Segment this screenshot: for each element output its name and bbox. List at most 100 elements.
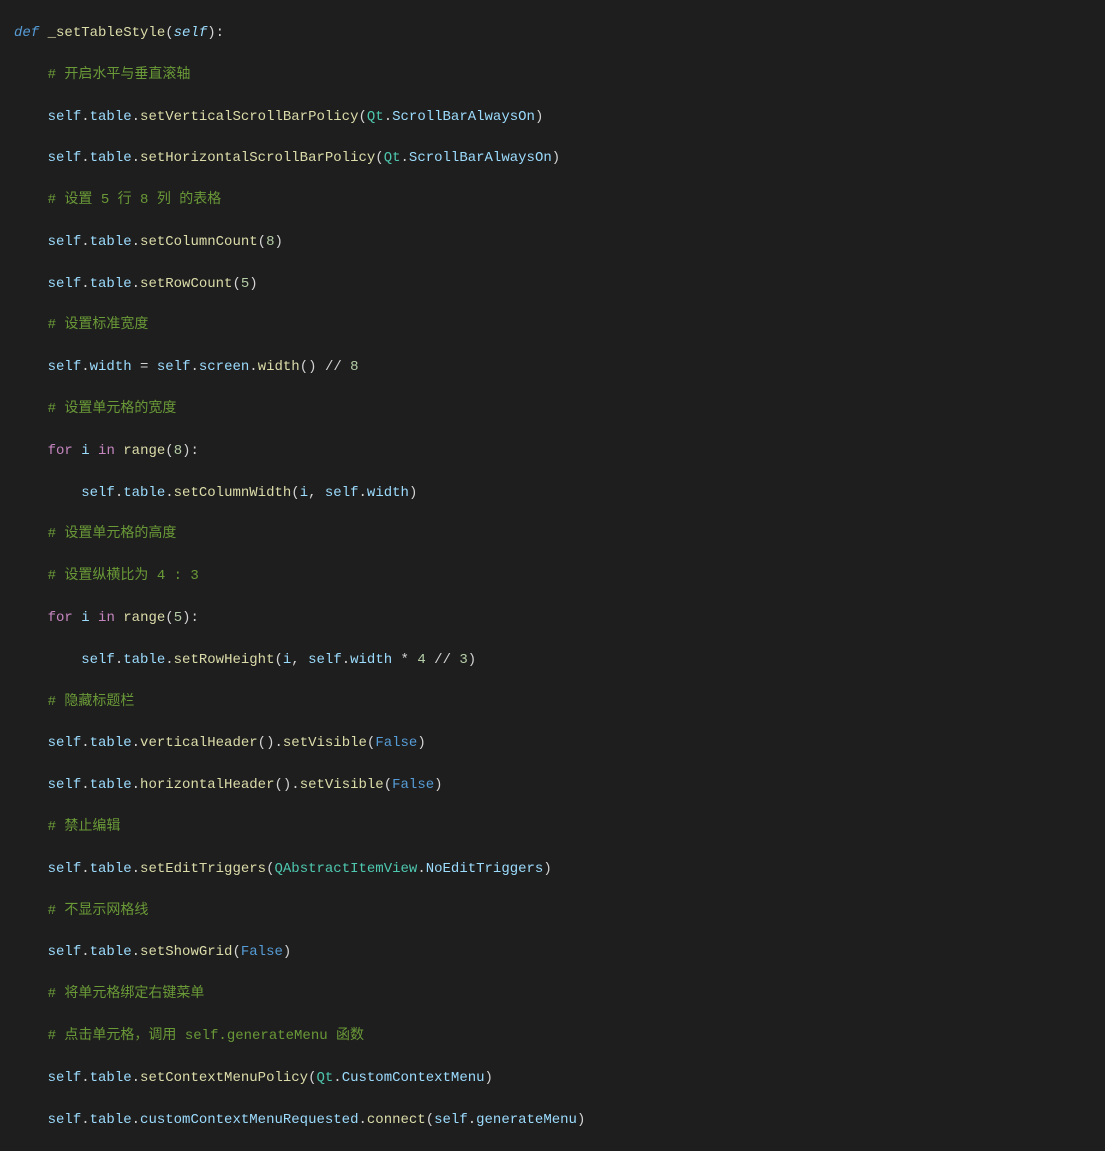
property: table: [90, 777, 132, 793]
method: verticalHeader: [140, 735, 258, 751]
variable: i: [81, 443, 89, 459]
dot: .: [132, 1112, 140, 1128]
paren: (: [165, 610, 173, 626]
paren: ): [552, 150, 560, 166]
paren: (: [384, 777, 392, 793]
code-line: # 将单元格绑定右键菜单: [14, 984, 1105, 1005]
paren: ): [434, 777, 442, 793]
dot: .: [132, 861, 140, 877]
property: table: [90, 276, 132, 292]
code-line: self.table.setColumnWidth(i, self.width): [14, 483, 1105, 504]
comment: # 设置单元格的高度: [48, 526, 177, 542]
class: QAbstractItemView: [274, 861, 417, 877]
dot: .: [115, 652, 123, 668]
dot: .: [165, 485, 173, 501]
paren: ): [468, 652, 476, 668]
keyword-for: for: [48, 443, 73, 459]
dot: .: [81, 150, 89, 166]
property: generateMenu: [476, 1112, 577, 1128]
method: setVerticalScrollBarPolicy: [140, 109, 358, 125]
self: self: [325, 485, 359, 501]
paren: ): [274, 234, 282, 250]
paren: (: [165, 25, 173, 41]
code-line: # 设置单元格的高度: [14, 524, 1105, 545]
builtin: range: [123, 610, 165, 626]
self: self: [48, 359, 82, 375]
dot: .: [249, 359, 257, 375]
colon: :: [216, 25, 224, 41]
code-line: self.table.setRowHeight(i, self.width * …: [14, 650, 1105, 671]
keyword-in: in: [98, 443, 115, 459]
operator: =: [140, 359, 148, 375]
dot: .: [81, 735, 89, 751]
comment: # 不显示网格线: [48, 903, 149, 919]
property: table: [90, 150, 132, 166]
boolean: False: [241, 944, 283, 960]
code-line: self.table.customContextMenuRequested.co…: [14, 1110, 1105, 1131]
code-line: self.table.setColumnCount(8): [14, 232, 1105, 253]
dot: .: [384, 109, 392, 125]
self: self: [434, 1112, 468, 1128]
paren: ): [409, 485, 417, 501]
paren: (): [258, 735, 275, 751]
code-editor[interactable]: def _setTableStyle(self): # 开启水平与垂直滚轴 se…: [0, 2, 1105, 1151]
constant: CustomContextMenu: [342, 1070, 485, 1086]
constant: ScrollBarAlwaysOn: [392, 109, 535, 125]
comment: # 设置标准宽度: [48, 317, 149, 333]
dot: .: [132, 234, 140, 250]
colon: :: [191, 610, 199, 626]
code-line: self.table.setHorizontalScrollBarPolicy(…: [14, 148, 1105, 169]
paren: ): [577, 1112, 585, 1128]
code-line: # 设置纵横比为 4 : 3: [14, 566, 1105, 587]
paren: (: [165, 443, 173, 459]
property: table: [90, 944, 132, 960]
self: self: [48, 1070, 82, 1086]
method: connect: [367, 1112, 426, 1128]
property: table: [90, 234, 132, 250]
method: horizontalHeader: [140, 777, 274, 793]
method: setColumnCount: [140, 234, 258, 250]
paren: ): [182, 443, 190, 459]
self: self: [81, 652, 115, 668]
dot: .: [190, 359, 198, 375]
paren: (: [367, 735, 375, 751]
paren: (: [308, 1070, 316, 1086]
paren: ): [249, 276, 257, 292]
property: screen: [199, 359, 249, 375]
code-line: # 不显示网格线: [14, 901, 1105, 922]
comment: # 隐藏标题栏: [48, 694, 135, 710]
code-line: # 隐藏标题栏: [14, 692, 1105, 713]
code-line: self.table.horizontalHeader().setVisible…: [14, 775, 1105, 796]
code-line: self.table.verticalHeader().setVisible(F…: [14, 733, 1105, 754]
dot: .: [115, 485, 123, 501]
operator: *: [401, 652, 409, 668]
comment: # 点击单元格，调用 self.generateMenu 函数: [48, 1028, 364, 1044]
comment: # 设置 5 行 8 列 的表格: [48, 192, 222, 208]
property: customContextMenuRequested: [140, 1112, 358, 1128]
variable: i: [300, 485, 308, 501]
code-line: self.table.setVerticalScrollBarPolicy(Qt…: [14, 107, 1105, 128]
paren: (: [266, 861, 274, 877]
method: setVisible: [283, 735, 367, 751]
dot: .: [132, 944, 140, 960]
property: table: [90, 1070, 132, 1086]
function-name: _setTableStyle: [48, 25, 166, 41]
number: 3: [459, 652, 467, 668]
comma: ,: [308, 485, 316, 501]
paren: (: [232, 276, 240, 292]
number: 8: [174, 443, 182, 459]
code-line: def _setTableStyle(self):: [14, 23, 1105, 44]
self: self: [48, 1112, 82, 1128]
property: width: [367, 485, 409, 501]
dot: .: [132, 735, 140, 751]
code-line: # 开启水平与垂直滚轴: [14, 65, 1105, 86]
class: Qt: [367, 109, 384, 125]
dot: .: [468, 1112, 476, 1128]
dot: .: [401, 150, 409, 166]
number: 4: [417, 652, 425, 668]
property: table: [90, 861, 132, 877]
paren: ): [182, 610, 190, 626]
paren: (: [258, 234, 266, 250]
self: self: [48, 234, 82, 250]
self: self: [48, 150, 82, 166]
